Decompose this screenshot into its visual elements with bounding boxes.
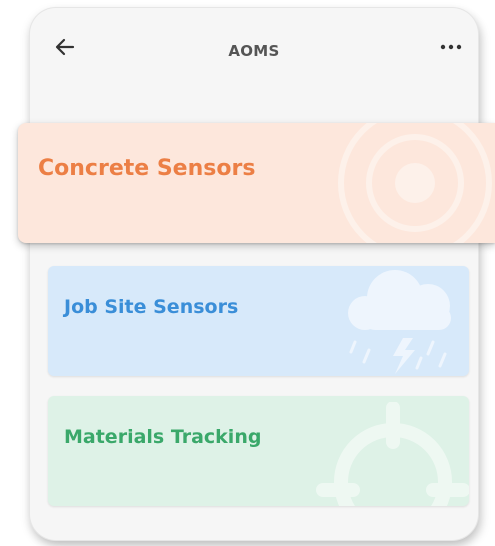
card-label: Job Site Sensors bbox=[64, 296, 239, 318]
app-bar: AOMS bbox=[30, 8, 478, 80]
storm-cloud-icon bbox=[348, 270, 451, 374]
more-options-button[interactable] bbox=[438, 36, 464, 58]
card-label: Concrete Sensors bbox=[38, 156, 256, 181]
card-job-site-sensors[interactable]: Job Site Sensors bbox=[48, 266, 469, 376]
card-label: Materials Tracking bbox=[64, 426, 262, 448]
card-materials-tracking[interactable]: Materials Tracking bbox=[48, 396, 469, 506]
more-horizontal-icon bbox=[440, 44, 462, 50]
phone-frame: AOMS Job Site Sensors Materials Tracking bbox=[30, 8, 478, 540]
page-title: AOMS bbox=[228, 42, 280, 60]
card-concrete-sensors[interactable]: Concrete Sensors bbox=[18, 123, 495, 243]
crosshair-icon bbox=[316, 402, 469, 506]
stage: AOMS Job Site Sensors Materials Tracking… bbox=[0, 0, 495, 546]
target-rings-icon bbox=[338, 123, 492, 243]
